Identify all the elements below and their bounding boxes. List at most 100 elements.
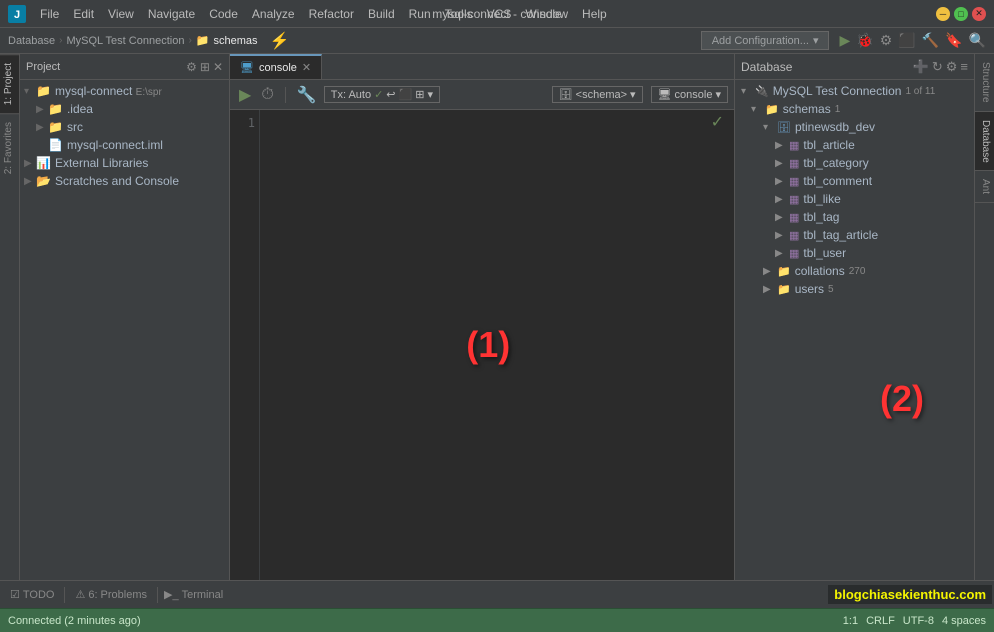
console-tab[interactable]: 🖥 console ✕ [230,54,322,79]
db-connection-root[interactable]: ▾ 🔌 MySQL Test Connection 1 of 11 [735,82,974,100]
folder-icon-small: 📁 [196,34,210,47]
problems-button[interactable]: ⚠ 6: Problems [71,586,151,603]
build-project-icon[interactable]: 🔨 [922,32,939,49]
structure-tab[interactable]: Structure [975,54,994,112]
indent-indicator[interactable]: 4 spaces [942,615,986,627]
table-tbl-user[interactable]: ▶ ▦ tbl_user [735,244,974,262]
table-icon-1: ▦ [789,139,799,152]
users-label: users [795,282,824,296]
project-tab[interactable]: 1: Project [0,54,19,113]
table-tbl-category[interactable]: ▶ ▦ tbl_category [735,154,974,172]
schema-selector[interactable]: 🗄 <schema> ▾ [552,86,643,103]
table-icon-5: ▦ [789,211,799,224]
encoding-indicator[interactable]: UTF-8 [903,615,934,627]
problems-icon: ⚠ [75,588,85,601]
breadcrumb-database[interactable]: Database [8,35,55,47]
annotation-2: (2) [880,378,924,420]
table-tbl-tag-article[interactable]: ▶ ▦ tbl_tag_article [735,226,974,244]
breadcrumb-connection[interactable]: MySQL Test Connection [66,35,184,47]
stop-icon2[interactable]: ⬛ [399,88,413,101]
close-button[interactable]: ✕ [972,7,986,21]
tab-close-icon[interactable]: ✕ [302,61,311,74]
menu-edit[interactable]: Edit [67,5,100,23]
collations-icon: 📁 [777,265,791,278]
position-indicator[interactable]: 1:1 [843,615,858,627]
db-ptinewsdb[interactable]: ▾ 🗄 ptinewsdb_dev [735,118,974,136]
tbl-tag-article-label: tbl_tag_article [803,228,878,242]
menu-file[interactable]: File [34,5,65,23]
external-libraries[interactable]: ▶ 📊 External Libraries [20,154,229,172]
database-panel-icons: ➕ ↻ ⚙ ≡ [913,59,968,75]
new-db-icon[interactable]: ➕ [913,59,929,75]
users-arrow: ▶ [763,284,775,295]
code-area[interactable]: ✓ (1) [260,110,734,580]
run-current-icon[interactable]: ⚡ [270,31,290,51]
tbl-user-arrow: ▶ [775,248,787,259]
stop-icon[interactable]: ⬛ [898,32,915,49]
undo-icon[interactable]: ↩ [386,88,395,101]
table-tbl-tag[interactable]: ▶ ▦ tbl_tag [735,208,974,226]
format-button[interactable]: 🔧 [294,85,320,105]
tbl-article-arrow: ▶ [775,140,787,151]
table-tbl-like[interactable]: ▶ ▦ tbl_like [735,190,974,208]
menu-view[interactable]: View [102,5,140,23]
iml-file[interactable]: ▶ 📄 mysql-connect.iml [20,136,229,154]
minimize-button[interactable]: ─ [936,7,950,21]
todo-icon: ☑ [10,588,20,601]
collations-folder[interactable]: ▶ 📁 collations 270 [735,262,974,280]
project-panel-title: Project [26,61,182,73]
grid-icon[interactable]: ⊞ [415,88,424,101]
maximize-button[interactable]: □ [954,7,968,21]
menu-analyze[interactable]: Analyze [246,5,301,23]
db-more-icon[interactable]: ≡ [960,59,968,75]
scratches-console[interactable]: ▶ 📂 Scratches and Console [20,172,229,190]
menu-refactor[interactable]: Refactor [303,5,360,23]
table-tbl-article[interactable]: ▶ ▦ tbl_article [735,136,974,154]
tx-dropdown[interactable]: Tx: Auto ✓ ↩ ⬛ ⊞ ▾ [324,86,440,103]
play-icon[interactable]: ▶ [839,32,850,49]
database-tab-right[interactable]: Database [975,112,994,172]
menu-help[interactable]: Help [576,5,613,23]
db-settings-icon[interactable]: ⚙ [946,59,958,75]
left-vertical-tabs: 1: Project 2: Favorites [0,54,20,580]
project-root[interactable]: ▾ 📁 mysql-connect E:\spr [20,82,229,100]
scratch-arrow: ▶ [24,176,36,187]
add-configuration-button[interactable]: Add Configuration... ▾ [701,31,830,50]
execute-button[interactable]: ▶ [236,85,254,105]
menu-build[interactable]: Build [362,5,401,23]
ext-icon: 📊 [36,156,51,170]
close-panel-icon[interactable]: ✕ [213,60,223,74]
console-selector[interactable]: 🖥 console ▾ [651,86,728,103]
window-title: mysql-connect - console [432,7,561,21]
users-folder[interactable]: ▶ 📁 users 5 [735,280,974,298]
idea-folder[interactable]: ▶ 📁 .idea [20,100,229,118]
menu-code[interactable]: Code [203,5,244,23]
terminal-button[interactable]: ▶_ Terminal [164,588,223,601]
project-panel-header: Project ⚙ ⊞ ✕ [20,54,229,80]
bookmark-icon[interactable]: 🔖 [945,32,962,49]
schemas-folder[interactable]: ▾ 📁 schemas 1 [735,100,974,118]
collations-badge: 270 [849,266,866,277]
schema-dropdown-arrow: ▾ [630,88,636,101]
settings-icon[interactable]: ⚙ [186,60,197,74]
ant-tab[interactable]: Ant [975,171,994,203]
expand-icon[interactable]: ⊞ [200,60,210,74]
todo-button[interactable]: ☑ TODO [6,586,58,603]
refresh-db-icon[interactable]: ↻ [932,59,943,75]
favorites-tab[interactable]: 2: Favorites [0,113,19,182]
table-tbl-comment[interactable]: ▶ ▦ tbl_comment [735,172,974,190]
src-label: src [67,120,83,134]
menu-navigate[interactable]: Navigate [142,5,201,23]
breadcrumb-schemas[interactable]: schemas [214,35,258,47]
db-icon-small: 🗄 [559,88,573,101]
run-coverage-icon[interactable]: ⚙ [880,32,893,49]
schema-label: <schema> [576,89,627,101]
tbl-category-arrow: ▶ [775,158,787,169]
src-folder[interactable]: ▶ 📁 src [20,118,229,136]
debug-icon[interactable]: 🐞 [856,32,873,49]
right-vertical-tabs: Structure Database Ant [974,54,994,580]
search-everywhere-icon[interactable]: 🔍 [969,32,986,49]
execute-history-button[interactable]: ⏱ [258,86,276,104]
line-ending-indicator[interactable]: CRLF [866,615,895,627]
ok-checkmark: ✓ [711,112,724,132]
